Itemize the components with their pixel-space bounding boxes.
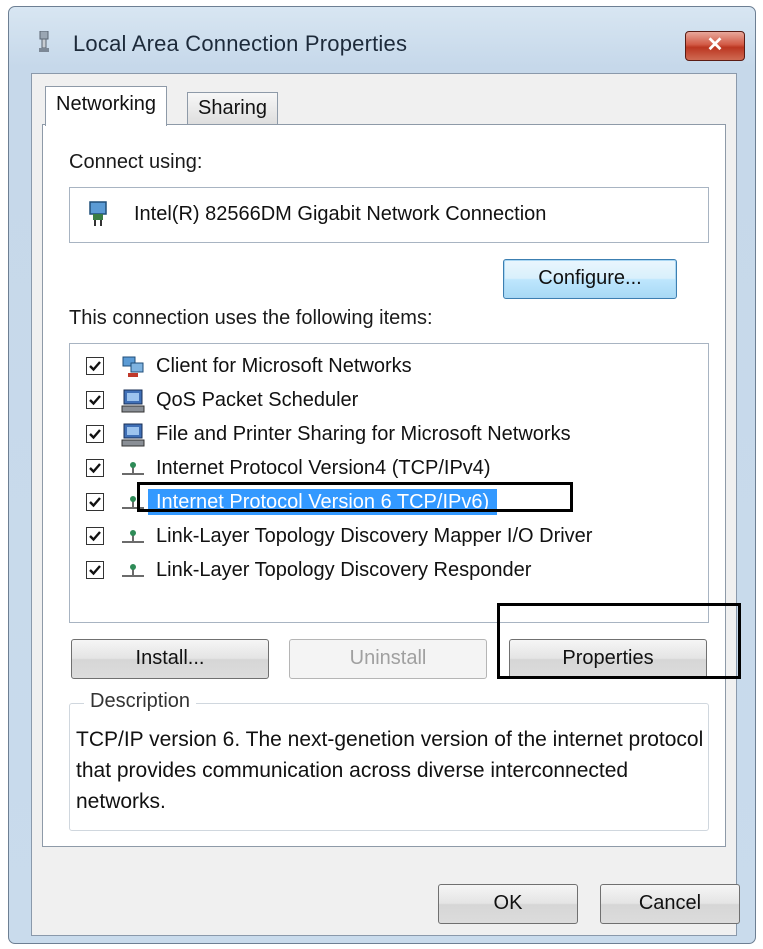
checkbox[interactable]: [86, 561, 104, 579]
network-client-icon: [122, 356, 144, 377]
item-label: File and Printer Sharing for Microsoft N…: [156, 423, 571, 445]
properties-dialog: Local Area Connection Properties ✕ Netwo…: [8, 6, 756, 944]
checkbox[interactable]: [86, 527, 104, 545]
title-bar: Local Area Connection Properties ✕: [9, 7, 755, 69]
description-text: TCP/IP version 6. The next-genetion vers…: [76, 728, 704, 813]
network-adapter-icon: [89, 201, 107, 226]
checkbox[interactable]: [86, 493, 104, 511]
item-label: Internet Protocol Version4 (TCP/IPv4): [156, 457, 491, 479]
item-label: Link-Layer Topology Discovery Mapper I/O…: [156, 525, 593, 547]
protocol-icon: [122, 462, 144, 475]
cancel-button[interactable]: Cancel: [600, 884, 740, 924]
network-connection-icon: [39, 31, 49, 52]
item-label: QoS Packet Scheduler: [156, 389, 359, 411]
close-button[interactable]: ✕: [685, 31, 745, 61]
description-title: Description: [84, 690, 197, 713]
annotation-box-ipv6: [137, 482, 573, 512]
adapter-field: Intel(R) 82566DM Gigabit Network Connect…: [69, 187, 709, 243]
protocol-icon: [122, 530, 144, 543]
list-item[interactable]: Link-Layer Topology Discovery Mapper I/O…: [70, 522, 690, 552]
adapter-name: Intel(R) 82566DM Gigabit Network Connect…: [134, 203, 547, 225]
list-item[interactable]: File and Printer Sharing for Microsoft N…: [70, 420, 690, 450]
list-item[interactable]: Client for Microsoft Networks: [70, 352, 690, 382]
checkbox[interactable]: [86, 425, 104, 443]
list-item[interactable]: Link-Layer Topology Discovery Responder: [70, 556, 690, 586]
items-label: This connection uses the following items…: [69, 307, 433, 329]
list-item[interactable]: QoS Packet Scheduler: [70, 386, 690, 416]
install-button[interactable]: Install...: [71, 639, 269, 679]
network-service-icon: [121, 423, 145, 447]
tab-sharing[interactable]: Sharing: [187, 92, 278, 124]
network-service-icon: [121, 389, 145, 413]
ok-button[interactable]: OK: [438, 884, 578, 924]
list-item[interactable]: Internet Protocol Version4 (TCP/IPv4): [70, 454, 690, 484]
protocol-icon: [122, 564, 144, 577]
configure-button[interactable]: Configure...: [503, 259, 677, 299]
uninstall-button: Uninstall: [289, 639, 487, 679]
item-label: Client for Microsoft Networks: [156, 355, 412, 377]
description-group: Description TCP/IP version 6. The next-g…: [69, 690, 709, 831]
checkbox[interactable]: [86, 391, 104, 409]
connect-using-label: Connect using:: [69, 151, 203, 173]
window-title: Local Area Connection Properties: [73, 31, 408, 56]
annotation-box-properties: [497, 603, 741, 679]
tab-networking[interactable]: Networking: [45, 86, 168, 126]
checkbox[interactable]: [86, 357, 104, 375]
item-label: Link-Layer Topology Discovery Responder: [156, 559, 532, 581]
checkbox[interactable]: [86, 459, 104, 477]
